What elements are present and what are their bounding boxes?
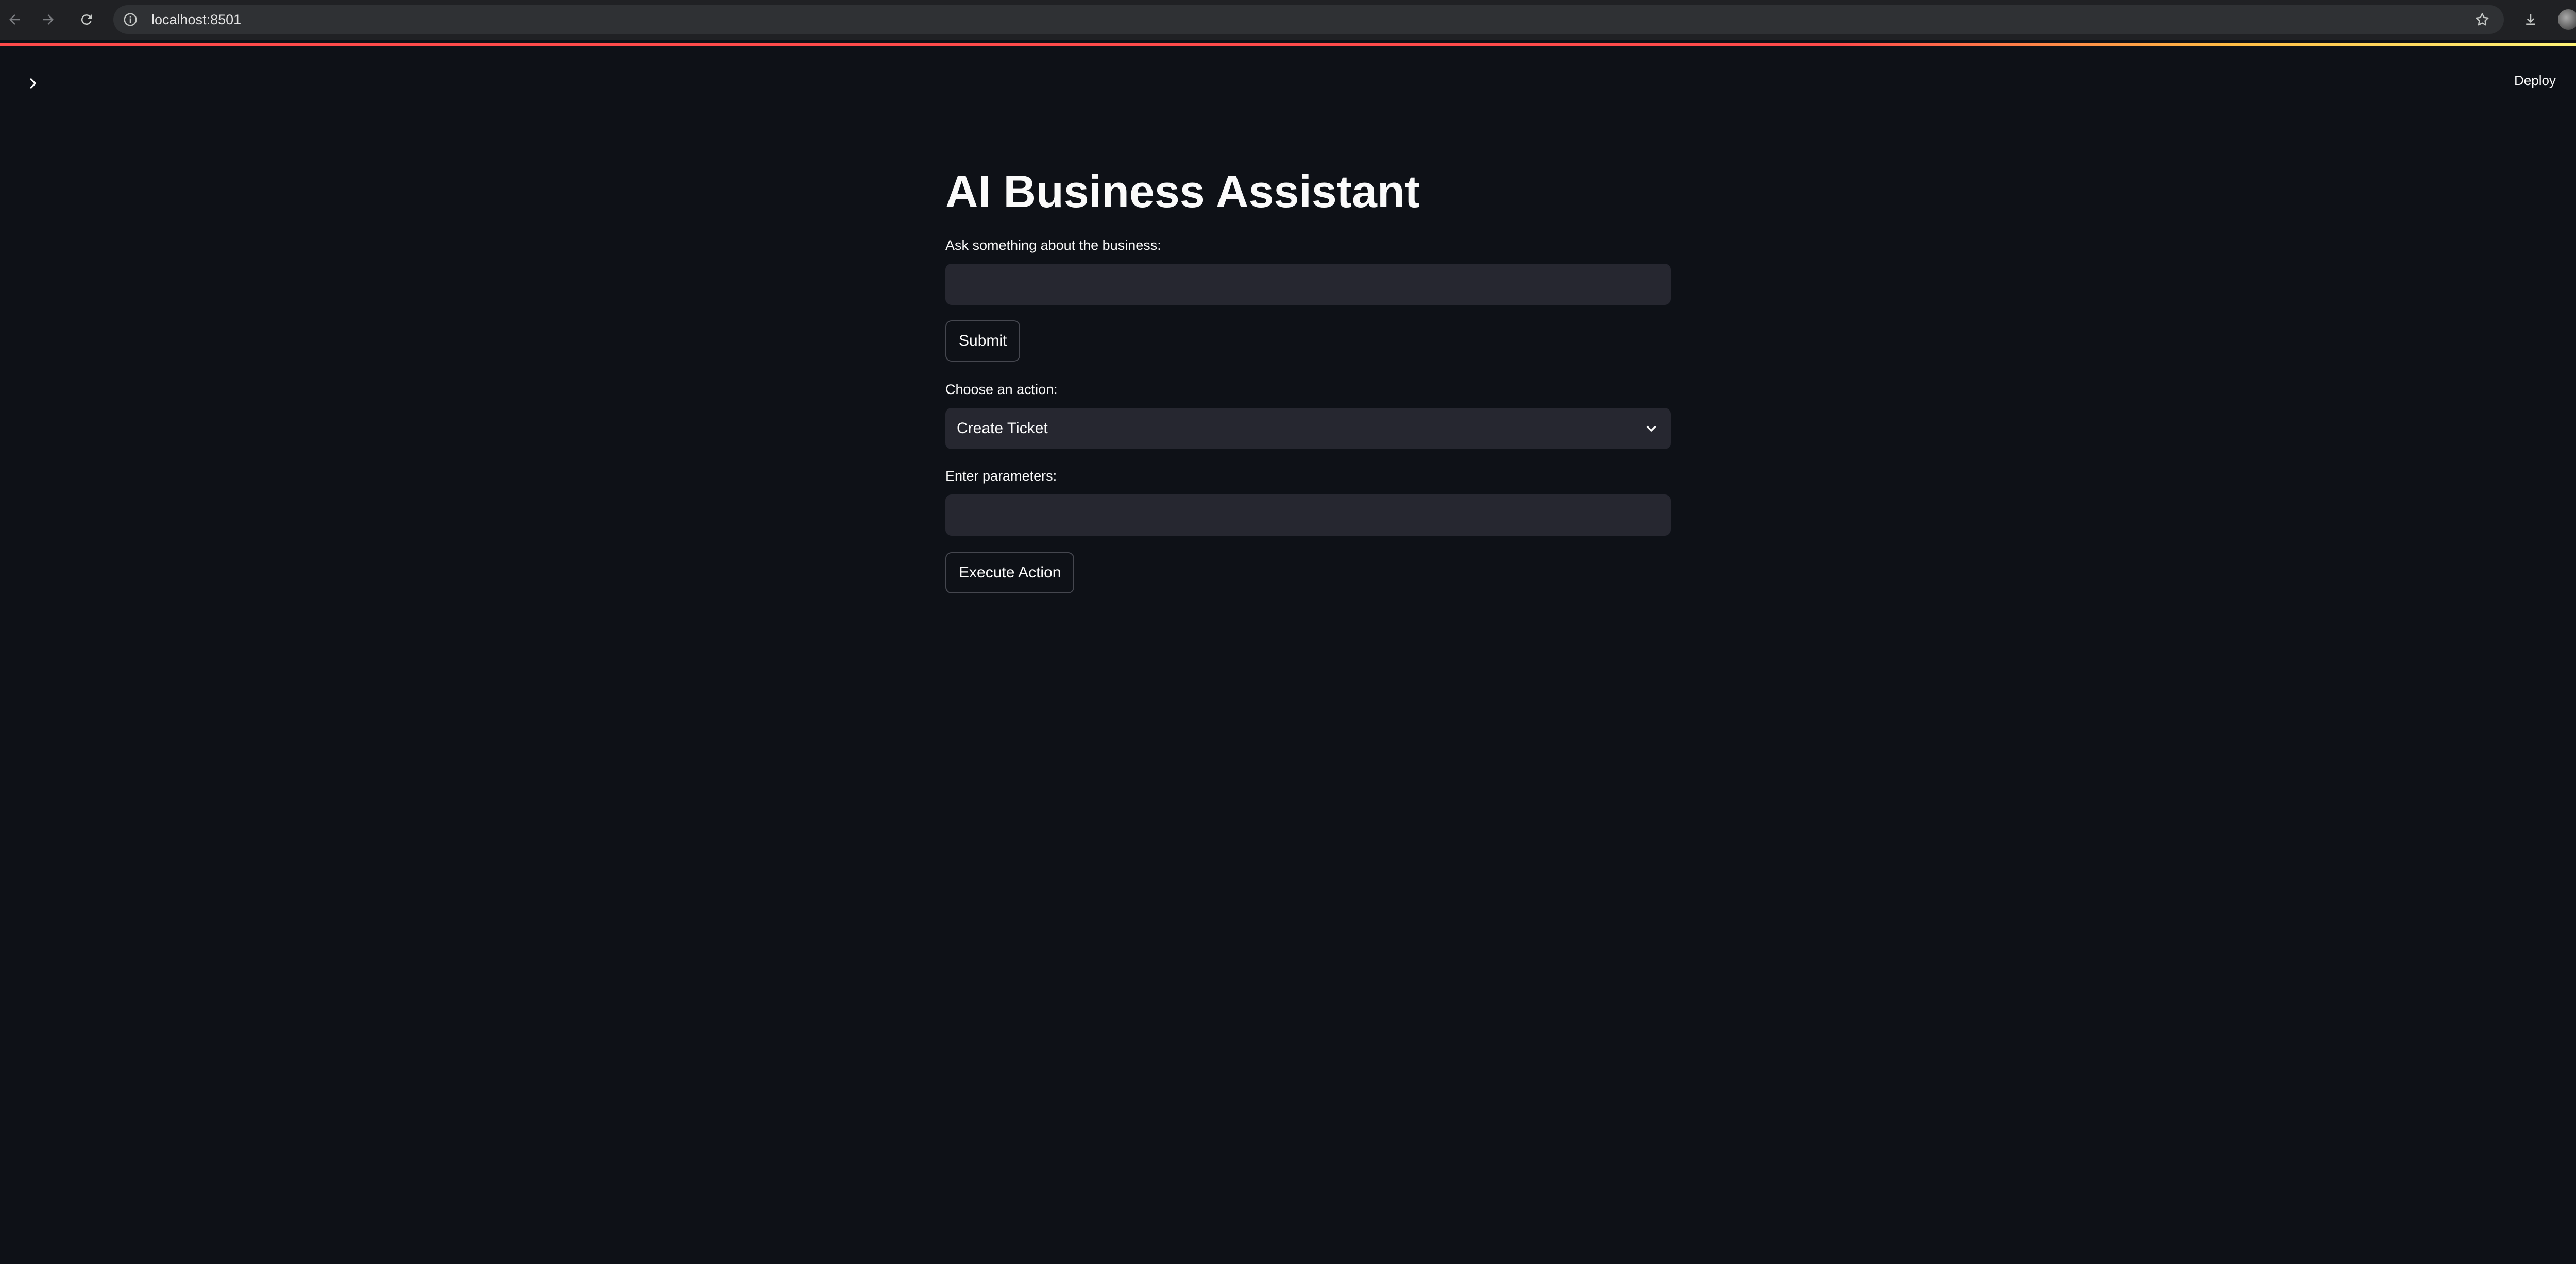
question-label: Ask something about the business: bbox=[945, 237, 1161, 253]
avatar[interactable] bbox=[2558, 9, 2576, 30]
reload-icon bbox=[81, 14, 92, 25]
question-input[interactable] bbox=[945, 264, 1671, 305]
info-icon[interactable] bbox=[123, 12, 138, 27]
chevron-down-icon bbox=[1646, 425, 1656, 432]
action-label: Choose an action: bbox=[945, 382, 1058, 397]
parameters-input[interactable] bbox=[945, 494, 1671, 536]
sidebar-toggle-button[interactable] bbox=[22, 72, 44, 95]
browser-toolbar: localhost:8501 bbox=[0, 0, 2576, 40]
page-title: AI Business Assistant bbox=[945, 166, 1420, 217]
star-icon[interactable] bbox=[2474, 11, 2490, 28]
arrow-left-icon bbox=[9, 14, 20, 25]
address-bar[interactable]: localhost:8501 bbox=[113, 5, 2504, 34]
action-select[interactable]: Create Ticket bbox=[945, 408, 1671, 449]
reload-button[interactable] bbox=[75, 8, 98, 31]
parameters-label: Enter parameters: bbox=[945, 468, 1057, 484]
forward-button[interactable] bbox=[37, 8, 60, 31]
arrow-right-icon bbox=[43, 14, 54, 25]
app-container: Deploy AI Business Assistant Ask somethi… bbox=[0, 46, 2576, 1264]
chevron-right-icon bbox=[30, 78, 36, 89]
submit-button[interactable]: Submit bbox=[945, 320, 1021, 362]
deploy-button[interactable]: Deploy bbox=[2509, 68, 2561, 93]
downloads-button[interactable] bbox=[2519, 8, 2542, 31]
back-button[interactable] bbox=[3, 8, 26, 31]
url-text[interactable]: localhost:8501 bbox=[151, 5, 241, 34]
execute-action-button[interactable]: Execute Action bbox=[945, 552, 1075, 593]
action-select-value: Create Ticket bbox=[957, 420, 1048, 437]
download-icon bbox=[2526, 14, 2535, 25]
